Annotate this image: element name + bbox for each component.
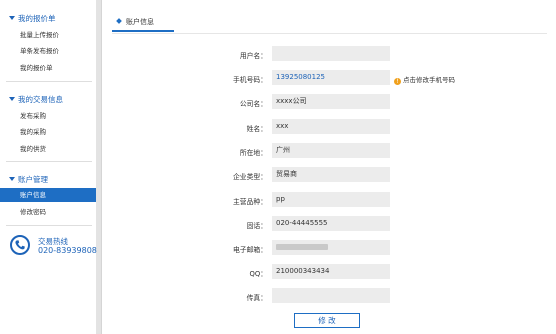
caret-down-icon bbox=[9, 177, 15, 181]
sidebar-item-publish-purchase[interactable]: 发布采购 bbox=[0, 109, 96, 123]
qq-label: QQ： bbox=[249, 270, 268, 278]
email-field[interactable] bbox=[272, 240, 390, 255]
sidebar-item-my-supply[interactable]: 我的供货 bbox=[0, 142, 96, 156]
warning-icon: ! bbox=[394, 78, 401, 85]
change-mobile-link[interactable]: ! 点击修改手机号码 bbox=[394, 74, 455, 85]
caret-down-icon bbox=[9, 16, 15, 20]
tab-account-info[interactable]: 账户信息 bbox=[112, 12, 174, 32]
username-field[interactable] bbox=[272, 46, 390, 61]
main-panel: 账户信息 用户名： 手机号码： 13925080125 ! 点击修改手机号码 公司… bbox=[101, 0, 556, 334]
sidebar: 我的报价单 批量上传报价 单条发布报价 我的报价单 我的交易信息 发布采购 我的… bbox=[0, 0, 97, 334]
section-my-quotes[interactable]: 我的报价单 bbox=[9, 13, 56, 24]
section-label: 我的交易信息 bbox=[18, 95, 63, 104]
divider bbox=[6, 81, 92, 82]
sidebar-item-my-quotes[interactable]: 我的报价单 bbox=[0, 61, 96, 75]
company-field[interactable]: xxxx公司 bbox=[272, 94, 390, 109]
section-account[interactable]: 账户管理 bbox=[9, 174, 48, 185]
location-label: 所在地： bbox=[239, 149, 267, 157]
sidebar-item-change-password[interactable]: 修改密码 bbox=[0, 205, 96, 219]
section-label: 账户管理 bbox=[18, 175, 48, 184]
section-label: 我的报价单 bbox=[18, 14, 56, 23]
fax-field[interactable] bbox=[272, 288, 390, 303]
modify-button[interactable]: 修 改 bbox=[294, 313, 360, 328]
email-label: 电子邮箱： bbox=[233, 246, 267, 254]
redacted-email bbox=[276, 244, 328, 250]
mobile-label: 手机号码： bbox=[233, 76, 267, 84]
change-mobile-label: 点击修改手机号码 bbox=[403, 76, 455, 84]
hotline-number: 020-83939808 bbox=[38, 246, 97, 255]
main-products-field[interactable]: pp bbox=[272, 192, 390, 207]
divider bbox=[6, 225, 92, 226]
company-type-field[interactable]: 贸易商 bbox=[272, 167, 390, 182]
name-label: 姓名： bbox=[246, 125, 267, 133]
sidebar-item-batch-upload[interactable]: 批量上传报价 bbox=[0, 28, 96, 42]
sidebar-item-single-publish[interactable]: 单条发布报价 bbox=[0, 44, 96, 58]
tab-underline bbox=[112, 33, 547, 34]
divider bbox=[6, 161, 92, 162]
mobile-field[interactable]: 13925080125 bbox=[272, 70, 390, 85]
diamond-icon bbox=[116, 18, 122, 24]
phone-icon bbox=[10, 235, 30, 255]
landline-field[interactable]: 020-44445555 bbox=[272, 216, 390, 231]
qq-field[interactable]: 210000343434 bbox=[272, 264, 390, 279]
company-type-label: 企业类型： bbox=[233, 173, 267, 181]
sidebar-item-my-purchase[interactable]: 我的采购 bbox=[0, 125, 96, 139]
section-my-trades[interactable]: 我的交易信息 bbox=[9, 94, 63, 105]
fax-label: 传真： bbox=[246, 294, 267, 302]
sidebar-item-account-info[interactable]: 账户信息 bbox=[0, 188, 96, 202]
landline-label: 固话： bbox=[246, 222, 267, 230]
name-field[interactable]: xxx bbox=[272, 119, 390, 134]
main-products-label: 主营品种： bbox=[233, 198, 267, 206]
caret-down-icon bbox=[9, 97, 15, 101]
tab-label: 账户信息 bbox=[126, 18, 154, 26]
company-label: 公司名： bbox=[239, 100, 267, 108]
username-label: 用户名： bbox=[239, 52, 267, 60]
location-field[interactable]: 广州 bbox=[272, 143, 390, 158]
hotline: 交易热线 020-83939808 bbox=[10, 235, 97, 257]
